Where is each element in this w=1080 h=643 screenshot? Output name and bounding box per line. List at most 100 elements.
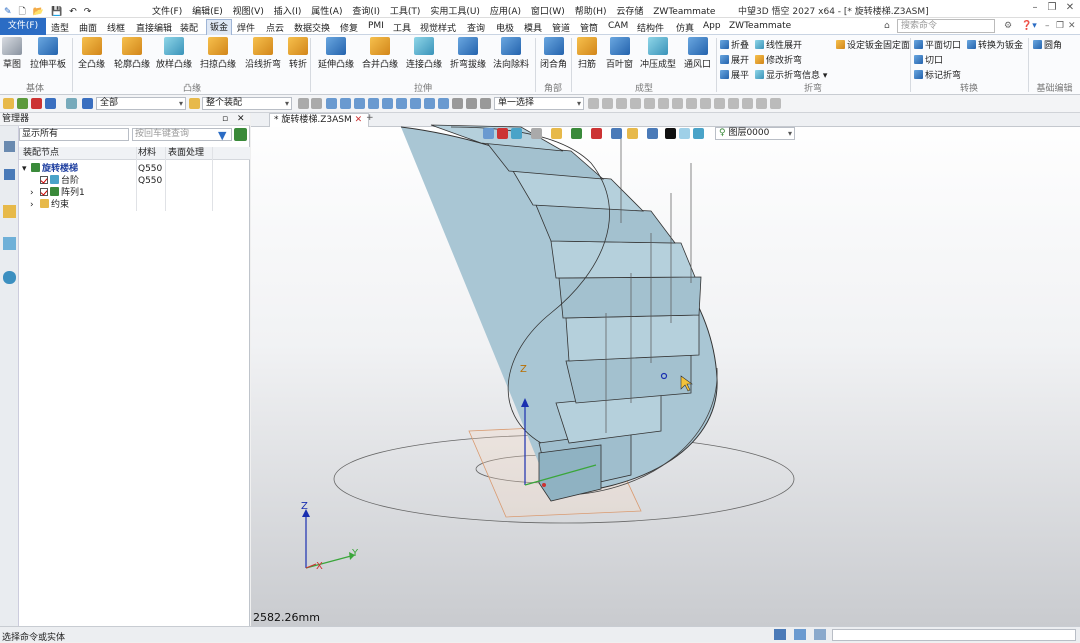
app-icon[interactable]: ✎ [4, 7, 12, 17]
flatten-button[interactable]: 展平 [720, 68, 749, 81]
display-filter-icon[interactable] [551, 128, 562, 139]
snap-mid-icon[interactable] [382, 98, 393, 109]
minimize-icon[interactable]: – [1028, 2, 1042, 15]
save-icon[interactable]: 💾 [51, 7, 62, 17]
tab-query[interactable]: 查询 [467, 21, 485, 34]
ribbon-restore-icon[interactable]: ❐ [1056, 21, 1064, 31]
pin-icon[interactable]: ▫ [222, 113, 228, 125]
visibility-checkbox[interactable] [40, 188, 48, 196]
tree-icon[interactable] [4, 141, 15, 152]
add-icon[interactable] [17, 98, 28, 109]
connect-flange-button[interactable]: 连接凸缘 [406, 37, 442, 70]
extrude-plate-button[interactable]: 拉伸平板 [30, 37, 66, 70]
mark-bend-button[interactable]: 标记折弯 [914, 68, 961, 81]
bend-along-line-button[interactable]: 沿线折弯 [245, 37, 281, 70]
shading-icon[interactable] [511, 128, 522, 139]
manager-filter-combo[interactable]: 显示所有 [19, 128, 129, 141]
show-bend-info-button[interactable]: 显示折弯信息 ▾ [755, 68, 827, 81]
rib-button[interactable]: 扫筋 [577, 37, 597, 70]
filter-combo[interactable]: 全部 [96, 97, 186, 110]
undo-icon[interactable]: ↶ [69, 7, 77, 17]
tree-row-root[interactable]: ▾ 旋转楼梯 Q550 [19, 163, 250, 175]
menu-help[interactable]: 帮助(H) [575, 7, 607, 17]
louver-button[interactable]: 百叶窗 [606, 37, 633, 70]
tab-data-exchange[interactable]: 数据交换 [294, 21, 330, 34]
menu-file[interactable]: 文件(F) [152, 7, 182, 17]
highlight-icon[interactable] [627, 128, 638, 139]
shape-icon[interactable] [66, 98, 77, 109]
profile-flange-button[interactable]: 轮廓凸缘 [114, 37, 150, 70]
hierarchy-icon[interactable] [4, 169, 15, 180]
menu-attribute[interactable]: 属性(A) [311, 7, 342, 17]
refresh-icon[interactable] [466, 98, 477, 109]
manager-settings-icon[interactable] [234, 128, 247, 141]
assembly-icon[interactable] [189, 98, 200, 109]
menu-window[interactable]: 窗口(W) [531, 7, 565, 17]
snap-edge-icon[interactable] [340, 98, 351, 109]
redo-icon[interactable]: ↷ [84, 7, 92, 17]
command-search-input[interactable]: 搜索命令 [897, 19, 995, 33]
cut-button[interactable]: 切口 [914, 53, 943, 66]
close-icon[interactable]: ✕ [1063, 2, 1077, 15]
normal-cut-button[interactable]: 法向除料 [493, 37, 529, 70]
ellipse-icon[interactable] [686, 98, 697, 109]
menu-teammate[interactable]: ZWTeammate [653, 7, 715, 17]
snap-tangent-icon[interactable] [424, 98, 435, 109]
menu-edit[interactable]: 编辑(E) [192, 7, 223, 17]
view-orient-icon[interactable] [483, 128, 494, 139]
trim-icon[interactable] [714, 98, 725, 109]
section-icon[interactable] [571, 128, 582, 139]
expand-icon[interactable]: › [30, 187, 34, 199]
part-library-icon[interactable] [3, 205, 16, 218]
color-black-icon[interactable] [665, 128, 676, 139]
snap-grid-icon[interactable] [311, 98, 322, 109]
funnel-icon[interactable]: ▼ [218, 129, 226, 142]
menu-view[interactable]: 视图(V) [233, 7, 264, 17]
sketch-button[interactable]: 草图 [2, 37, 22, 70]
dimension-icon[interactable] [770, 98, 781, 109]
color-light-icon[interactable] [679, 128, 690, 139]
tab-piping[interactable]: 管道 [552, 21, 570, 34]
tab-point-cloud[interactable]: 点云 [266, 21, 284, 34]
visibility-checkbox[interactable] [40, 176, 48, 184]
clip-icon[interactable] [591, 128, 602, 139]
view-manager-icon[interactable] [3, 237, 16, 250]
loft-flange-button[interactable]: 放样凸缘 [156, 37, 192, 70]
tab-cam[interactable]: CAM [608, 21, 628, 31]
tab-app[interactable]: App [703, 21, 721, 31]
new-icon[interactable]: 🗋 [19, 7, 26, 17]
tab-wireframe[interactable]: 线框 [107, 21, 125, 34]
snap-end-icon[interactable] [396, 98, 407, 109]
layout-split-icon[interactable] [794, 629, 806, 640]
merge-flange-button[interactable]: 合并凸缘 [362, 37, 398, 70]
tab-electrode[interactable]: 电极 [496, 21, 514, 34]
stair-model[interactable] [251, 113, 1080, 626]
snap-perp-icon[interactable] [438, 98, 449, 109]
sweep-flange-button[interactable]: 扫掠凸缘 [200, 37, 236, 70]
restore-icon[interactable]: ❐ [1045, 2, 1059, 15]
spline-icon[interactable] [644, 98, 655, 109]
pick-arrow-icon[interactable] [588, 98, 599, 109]
tab-pmi[interactable]: PMI [368, 21, 384, 31]
assembly-combo[interactable]: 整个装配 [202, 97, 292, 110]
settings-icon[interactable]: ⚙ [1004, 21, 1012, 31]
open-icon[interactable]: 📂 [33, 7, 44, 17]
render-icon[interactable] [497, 128, 508, 139]
user-icon[interactable] [3, 271, 16, 284]
bend-unbend-button[interactable]: 折弯拔缘 [450, 37, 486, 70]
snap-quad-icon[interactable] [410, 98, 421, 109]
tree-row-pattern[interactable]: › 阵列1 [19, 187, 250, 199]
polyline-icon[interactable] [616, 98, 627, 109]
plane-cut-button[interactable]: 平面切口 [914, 38, 961, 51]
layout-single-icon[interactable] [774, 629, 786, 640]
circle-icon[interactable] [672, 98, 683, 109]
extend-flange-button[interactable]: 延伸凸缘 [318, 37, 354, 70]
column-surface[interactable]: 表面处理 [168, 147, 204, 159]
panel-close-icon[interactable]: ✕ [237, 113, 245, 125]
ribbon-minimize-icon[interactable]: – [1045, 21, 1050, 31]
column-material[interactable]: 材料 [138, 147, 156, 159]
unfold-button[interactable]: 展开 [720, 53, 749, 66]
snap-point-icon[interactable] [326, 98, 337, 109]
command-input[interactable] [832, 629, 1076, 641]
stamp-forming-button[interactable]: 冲压成型 [640, 37, 676, 70]
